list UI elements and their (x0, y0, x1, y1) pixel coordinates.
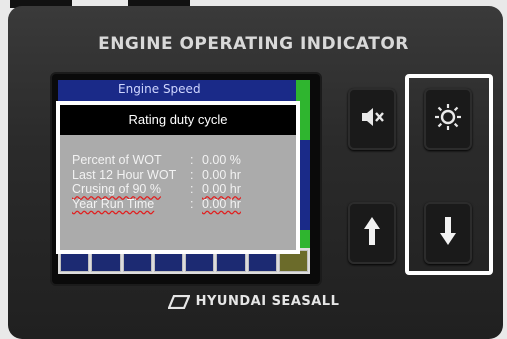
popup-title: Rating duty cycle (60, 105, 296, 135)
row-percent-wot: Percent of WOT : 0.00 % (72, 153, 241, 168)
device-title: ENGINE OPERATING INDICATOR (98, 34, 409, 54)
row-label: Year Run Time (72, 196, 155, 211)
row-label: Percent of WOT (72, 153, 162, 167)
row-value: 0.00 % (202, 153, 241, 167)
row-value: 0.00 hr (202, 167, 241, 182)
row-last-12-hour-wot: Last 12 Hour WOT : 0.00 hr (72, 168, 241, 183)
mute-button[interactable] (348, 88, 396, 150)
brand-name: HYUNDAI SEASALL (195, 294, 340, 309)
mute-speaker-icon (359, 104, 385, 134)
row-year-run-time: Year Run Time : 0.00 hr (72, 197, 241, 212)
screen-header: Engine Speed (118, 82, 201, 96)
row-crusing-90: Crusing of 90 % : 0.00 hr (72, 182, 241, 197)
row-separator: : (190, 196, 194, 211)
row-separator: : (190, 167, 194, 182)
row-value: 0.00 hr (202, 196, 241, 211)
row-label: Crusing of 90 % (72, 182, 161, 196)
button-highlight-frame (405, 74, 493, 275)
row-label: Last 12 Hour WOT (72, 167, 177, 182)
up-button[interactable] (348, 202, 396, 264)
brand-emblem-icon (166, 294, 191, 309)
row-separator: : (190, 153, 194, 167)
brand-logo: HYUNDAI SEASALL (0, 294, 507, 309)
row-value: 0.00 hr (202, 182, 241, 196)
arrow-up-icon (362, 215, 382, 251)
popup-rows: Percent of WOT : 0.00 % Last 12 Hour WOT… (72, 153, 241, 211)
rating-duty-cycle-popup: Rating duty cycle Percent of WOT : 0.00 … (56, 101, 300, 254)
row-separator: : (190, 182, 194, 196)
